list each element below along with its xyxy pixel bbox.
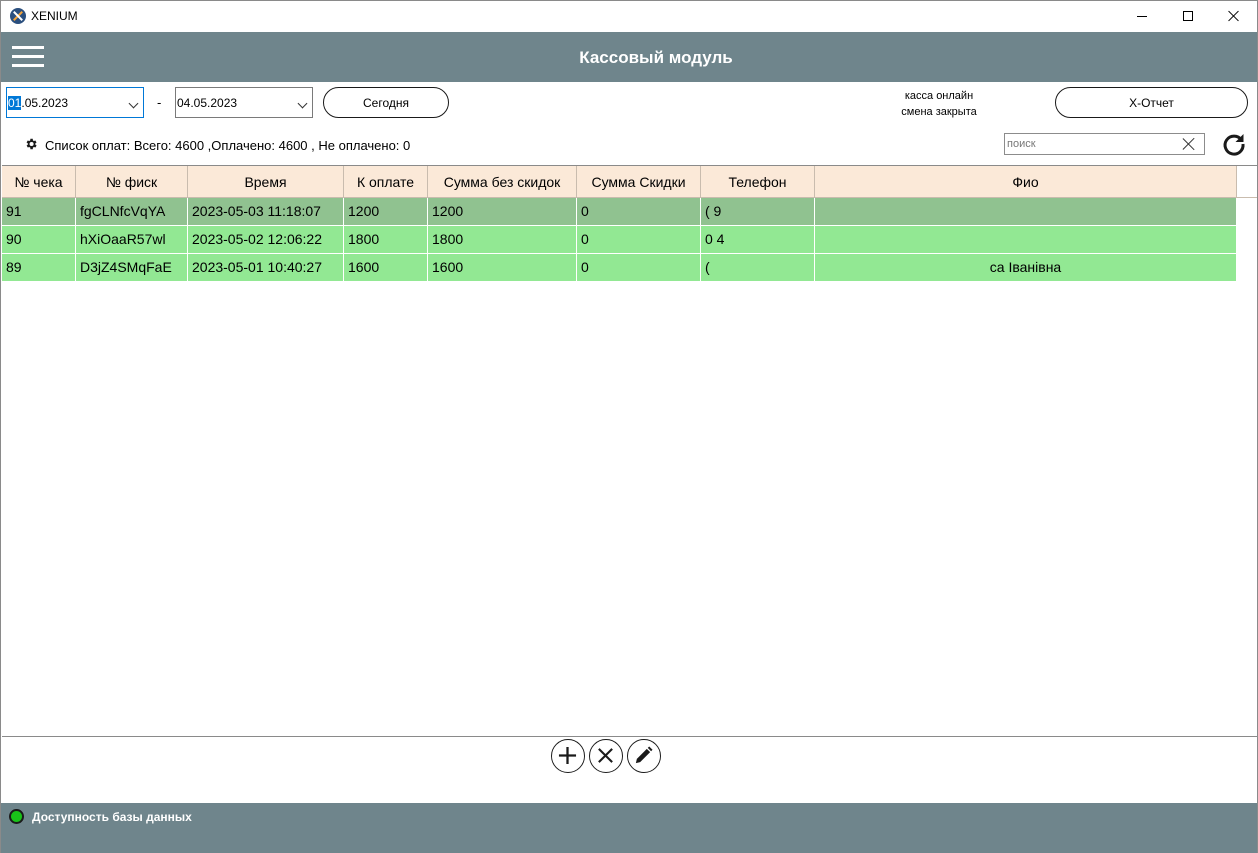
table-row[interactable]: 90 hXiOaaR57wl 2023-05-02 12:06:22 1800 … [2, 226, 1237, 253]
column-header-sum-no-discount[interactable]: Сумма без скидок [428, 166, 577, 198]
cell-check: 90 [2, 226, 76, 253]
payments-table[interactable]: № чека № фиск Время К оплате Сумма без с… [2, 165, 1257, 737]
table-row[interactable]: 89 D3jZ4SMqFaE 2023-05-01 10:40:27 1600 … [2, 254, 1237, 281]
cell-to-pay: 1200 [344, 198, 428, 225]
xenium-logo-icon [10, 8, 26, 24]
chevron-down-icon[interactable] [297, 98, 308, 109]
cell-time: 2023-05-03 11:18:07 [188, 198, 344, 225]
page-title: Кассовый модуль [579, 48, 733, 67]
cell-phone: ( 9 [701, 198, 815, 225]
refresh-icon[interactable] [1221, 131, 1247, 157]
cell-fisk: hXiOaaR57wl [76, 226, 188, 253]
pencil-icon [635, 746, 653, 764]
date-from-day-selection: 01 [8, 96, 22, 110]
chevron-down-icon[interactable] [128, 98, 139, 109]
add-button[interactable] [551, 739, 585, 773]
column-header-discount[interactable]: Сумма Скидки [577, 166, 701, 198]
cell-fio [815, 226, 1237, 253]
x-report-button[interactable]: X-Отчет [1055, 87, 1248, 118]
cell-time: 2023-05-01 10:40:27 [188, 254, 344, 281]
delete-button[interactable] [589, 739, 623, 773]
column-header-time[interactable]: Время [188, 166, 344, 198]
cell-check: 91 [2, 198, 76, 225]
column-header-check[interactable]: № чека [2, 166, 76, 198]
db-status-indicator [9, 809, 24, 824]
status-bar: Доступность базы данных [1, 803, 1257, 853]
cell-discount: 0 [577, 198, 701, 225]
gear-icon[interactable] [24, 137, 38, 151]
table-row[interactable]: 91 fgCLNfcVqYA 2023-05-03 11:18:07 1200 … [2, 198, 1237, 225]
cell-check: 89 [2, 254, 76, 281]
maximize-button[interactable] [1165, 1, 1211, 31]
app-name: XENIUM [31, 9, 78, 23]
shift-status-label: смена закрыта [901, 106, 977, 118]
cell-sum-no-discount: 1600 [428, 254, 577, 281]
cell-to-pay: 1600 [344, 254, 428, 281]
cell-discount: 0 [577, 254, 701, 281]
date-range-separator: - [157, 95, 162, 110]
cell-to-pay: 1800 [344, 226, 428, 253]
plus-icon [558, 746, 577, 765]
date-to-picker[interactable]: 04.05.2023 [175, 87, 313, 118]
kassa-status: касса онлайн смена закрыта [889, 88, 989, 120]
date-from-picker[interactable]: 01.05.2023 [6, 87, 144, 118]
column-header-fisk[interactable]: № фиск [76, 166, 188, 198]
table-header: № чека № фиск Время К оплате Сумма без с… [2, 166, 1257, 198]
cell-fisk: fgCLNfcVqYA [76, 198, 188, 225]
date-from-rest: .05.2023 [21, 96, 69, 110]
clear-search-icon[interactable] [1182, 137, 1196, 151]
date-to-value: 04.05.2023 [177, 96, 238, 110]
cell-fio [815, 198, 1237, 225]
app-header: Кассовый модуль [1, 32, 1257, 82]
cell-phone: ( [701, 254, 815, 281]
header-scroll-spacer [1237, 166, 1257, 198]
close-icon [1228, 10, 1240, 22]
cell-time: 2023-05-02 12:06:22 [188, 226, 344, 253]
kassa-online-label: касса онлайн [904, 90, 974, 102]
search-box[interactable]: поиск [1004, 133, 1205, 155]
title-bar: XENIUM [1, 1, 1257, 31]
cell-fio: са Іванівна [815, 254, 1237, 281]
today-button[interactable]: Сегодня [323, 87, 449, 118]
column-header-fio[interactable]: Фио [815, 166, 1237, 198]
maximize-icon [1183, 11, 1193, 21]
minimize-icon [1137, 15, 1147, 17]
minimize-button[interactable] [1119, 1, 1165, 31]
column-header-phone[interactable]: Телефон [701, 166, 815, 198]
cell-fisk: D3jZ4SMqFaE [76, 254, 188, 281]
cross-icon [598, 748, 613, 763]
column-header-to-pay[interactable]: К оплате [344, 166, 428, 198]
close-button[interactable] [1211, 1, 1257, 31]
cell-phone: 0 4 [701, 226, 815, 253]
edit-button[interactable] [627, 739, 661, 773]
search-input[interactable]: поиск [1007, 138, 1036, 150]
app-window: XENIUM Кассовый модуль 01.05.2023 - 04.0… [0, 0, 1258, 853]
payments-summary: Список оплат: Всего: 4600 ,Оплачено: 460… [45, 138, 411, 153]
cell-sum-no-discount: 1200 [428, 198, 577, 225]
cell-sum-no-discount: 1800 [428, 226, 577, 253]
db-availability-label: Доступность базы данных [32, 810, 192, 824]
cell-discount: 0 [577, 226, 701, 253]
